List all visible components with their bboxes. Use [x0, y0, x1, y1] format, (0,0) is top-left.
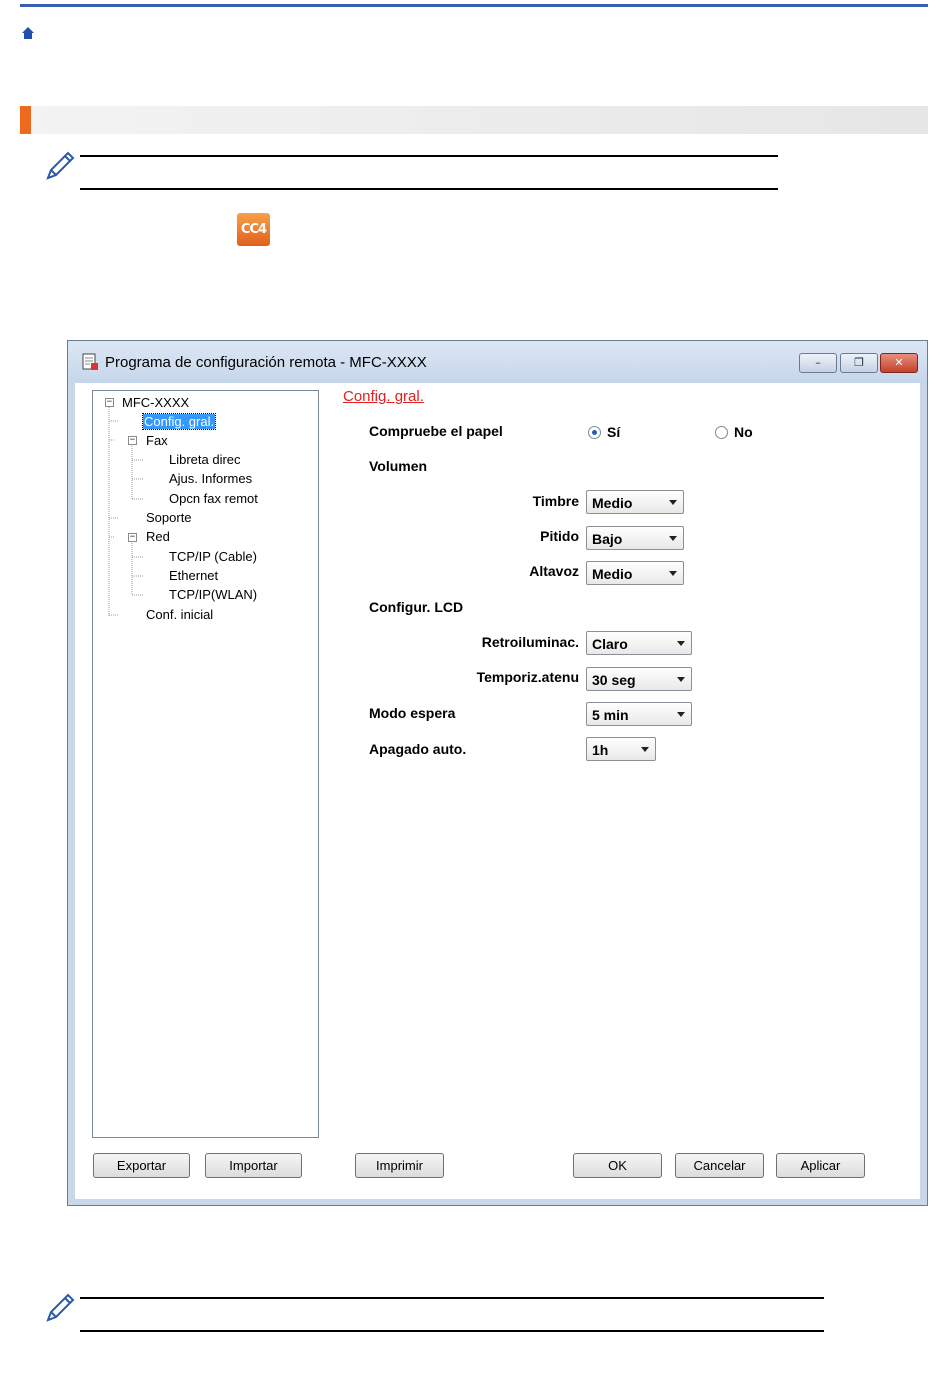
tree-item-label: Fax [146, 433, 168, 448]
check-paper-no-radio[interactable] [715, 426, 728, 439]
backlight-value: Claro [592, 636, 628, 652]
tree-item-label: TCP/IP(WLAN) [169, 587, 258, 602]
window-client-area: − MFC-XXXX Config. gral. − Fax Libreta d… [75, 383, 920, 1199]
tree-item-label: Config. gral. [141, 413, 217, 430]
ring-volume-select[interactable]: Medio [586, 490, 684, 514]
dim-timer-value: 30 seg [592, 672, 636, 688]
lcd-heading: Configur. LCD [369, 599, 464, 615]
pencil-icon [46, 1293, 75, 1322]
panel-title: Config. gral. [343, 388, 424, 405]
backlight-label: Retroiluminac. [481, 634, 579, 650]
tree-item-red[interactable]: Red [146, 529, 170, 545]
check-paper-yes-radio[interactable] [588, 426, 601, 439]
note-block-top [44, 148, 784, 194]
speaker-volume-select[interactable]: Medio [586, 561, 684, 585]
window-titlebar[interactable]: Programa de configuración remota - MFC-X… [68, 341, 927, 383]
apply-button[interactable]: Aplicar [776, 1153, 865, 1178]
cc4-icon: CC4 [237, 213, 270, 246]
printer-app-icon [82, 353, 98, 370]
tree-collapse-icon[interactable]: − [128, 436, 137, 445]
tree-item-label: Conf. inicial [146, 607, 214, 622]
tree-item-label: MFC-XXXX [122, 395, 190, 410]
beep-volume-value: Bajo [592, 531, 623, 547]
chevron-down-icon [669, 536, 677, 541]
close-icon: ✕ [894, 356, 904, 369]
auto-off-label: Apagado auto. [369, 741, 467, 757]
pencil-icon [46, 151, 75, 180]
volume-heading: Volumen [369, 458, 428, 474]
beep-volume-select[interactable]: Bajo [586, 526, 684, 550]
tree-item-libreta-direc[interactable]: Libreta direc [169, 452, 241, 468]
note-rule-bottom [80, 1330, 824, 1332]
chevron-down-icon [641, 747, 649, 752]
ring-volume-label: Timbre [532, 493, 579, 509]
sleep-mode-value: 5 min [592, 707, 629, 723]
tree-item-ajus-informes[interactable]: Ajus. Informes [169, 471, 252, 487]
auto-off-select[interactable]: 1h [586, 737, 656, 761]
speaker-volume-label: Altavoz [529, 563, 579, 579]
tree-item-soporte[interactable]: Soporte [146, 510, 192, 526]
tree-item-label: Red [146, 529, 170, 544]
backlight-select[interactable]: Claro [586, 631, 692, 655]
restore-button[interactable]: ❐ [840, 353, 878, 373]
remote-setup-window: Programa de configuración remota - MFC-X… [67, 340, 928, 1206]
cancel-button[interactable]: Cancelar [675, 1153, 764, 1178]
tree-item-conf-inicial[interactable]: Conf. inicial [146, 607, 213, 623]
note-block-bottom [44, 1290, 834, 1336]
import-button[interactable]: Importar [205, 1153, 302, 1178]
window-title: Programa de configuración remota - MFC-X… [105, 354, 427, 371]
section-heading-bar [20, 106, 928, 134]
speaker-volume-value: Medio [592, 566, 633, 582]
tree-collapse-icon[interactable]: − [128, 533, 137, 542]
beep-volume-label: Pitido [540, 528, 579, 544]
check-paper-yes-label[interactable]: Sí [607, 424, 620, 440]
note-rule-top [80, 1297, 824, 1299]
dim-timer-label: Temporiz.atenu [476, 669, 579, 685]
export-button[interactable]: Exportar [93, 1153, 190, 1178]
tree-item-config-gral[interactable]: Config. gral. [141, 413, 217, 430]
tree-item-label: Libreta direc [169, 452, 241, 467]
tree-item-label: Ajus. Informes [169, 471, 253, 486]
tree-item-root[interactable]: MFC-XXXX [122, 395, 189, 411]
home-icon[interactable] [21, 26, 35, 40]
chevron-down-icon [669, 500, 677, 505]
tree-item-tcpip-wlan[interactable]: TCP/IP(WLAN) [169, 587, 257, 603]
section-accent [20, 106, 31, 134]
sleep-mode-select[interactable]: 5 min [586, 702, 692, 726]
sleep-mode-label: Modo espera [369, 705, 456, 721]
chevron-down-icon [669, 571, 677, 576]
auto-off-value: 1h [592, 742, 609, 758]
tree-item-label: TCP/IP (Cable) [169, 549, 257, 564]
chevron-down-icon [677, 641, 685, 646]
chevron-down-icon [677, 677, 685, 682]
check-paper-label: Compruebe el papel [369, 423, 503, 439]
settings-tree[interactable]: − MFC-XXXX Config. gral. − Fax Libreta d… [92, 390, 319, 1138]
note-rule-bottom [80, 188, 778, 190]
top-rule [20, 4, 928, 7]
tree-item-fax[interactable]: Fax [146, 433, 168, 449]
tree-item-ethernet[interactable]: Ethernet [169, 568, 218, 584]
tree-item-tcpip-cable[interactable]: TCP/IP (Cable) [169, 549, 257, 565]
tree-collapse-icon[interactable]: − [105, 398, 114, 407]
minimize-button[interactable]: – [799, 353, 837, 373]
print-button[interactable]: Imprimir [355, 1153, 444, 1178]
tree-item-label: Opcn fax remot [169, 491, 258, 506]
minimize-icon: – [815, 356, 821, 369]
restore-icon: ❐ [854, 356, 864, 369]
tree-item-label: Ethernet [169, 568, 219, 583]
chevron-down-icon [677, 712, 685, 717]
note-rule-top [80, 155, 778, 157]
ring-volume-value: Medio [592, 495, 633, 511]
close-button[interactable]: ✕ [880, 353, 918, 373]
check-paper-no-label[interactable]: No [734, 424, 753, 440]
tree-item-opcn-fax-remot[interactable]: Opcn fax remot [169, 491, 258, 507]
ok-button[interactable]: OK [573, 1153, 662, 1178]
dim-timer-select[interactable]: 30 seg [586, 667, 692, 691]
tree-item-label: Soporte [146, 510, 192, 525]
